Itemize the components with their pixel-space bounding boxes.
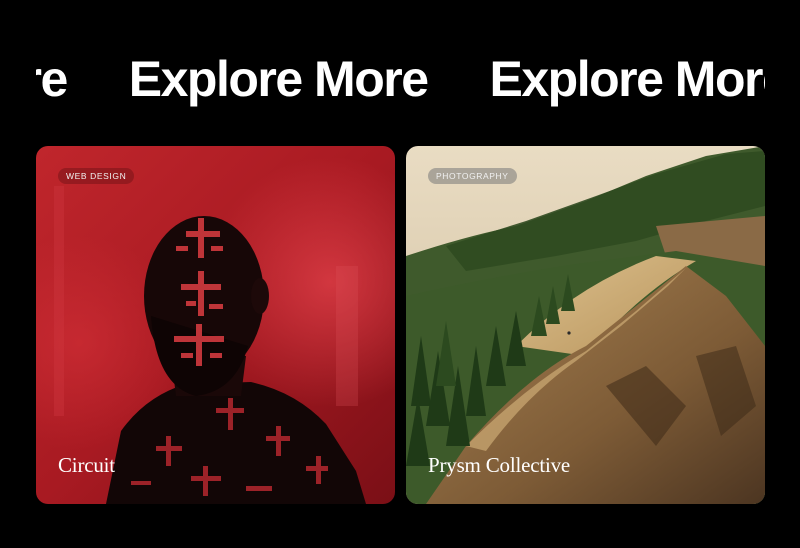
category-badge: WEB DESIGN — [58, 168, 135, 184]
marquee-text: Explore More — [128, 51, 429, 107]
project-card-circuit[interactable]: WEB DESIGN Circuit — [36, 146, 395, 504]
marquee-text: Explore More — [489, 51, 766, 107]
project-card-prysm-collective[interactable]: PHOTOGRAPHY Prysm Collective — [406, 146, 765, 504]
portrait-image — [36, 146, 395, 504]
landscape-image — [406, 146, 765, 504]
category-badge: PHOTOGRAPHY — [428, 168, 517, 184]
marquee-text: Explore More — [36, 51, 68, 107]
marquee-banner: Explore More Explore More Explore More — [36, 48, 765, 118]
portfolio-section: Explore More Explore More Explore More — [0, 0, 800, 548]
project-title[interactable]: Prysm Collective — [428, 453, 570, 478]
marquee-track: Explore More Explore More Explore More — [36, 48, 765, 110]
project-title[interactable]: Circuit — [58, 453, 115, 478]
